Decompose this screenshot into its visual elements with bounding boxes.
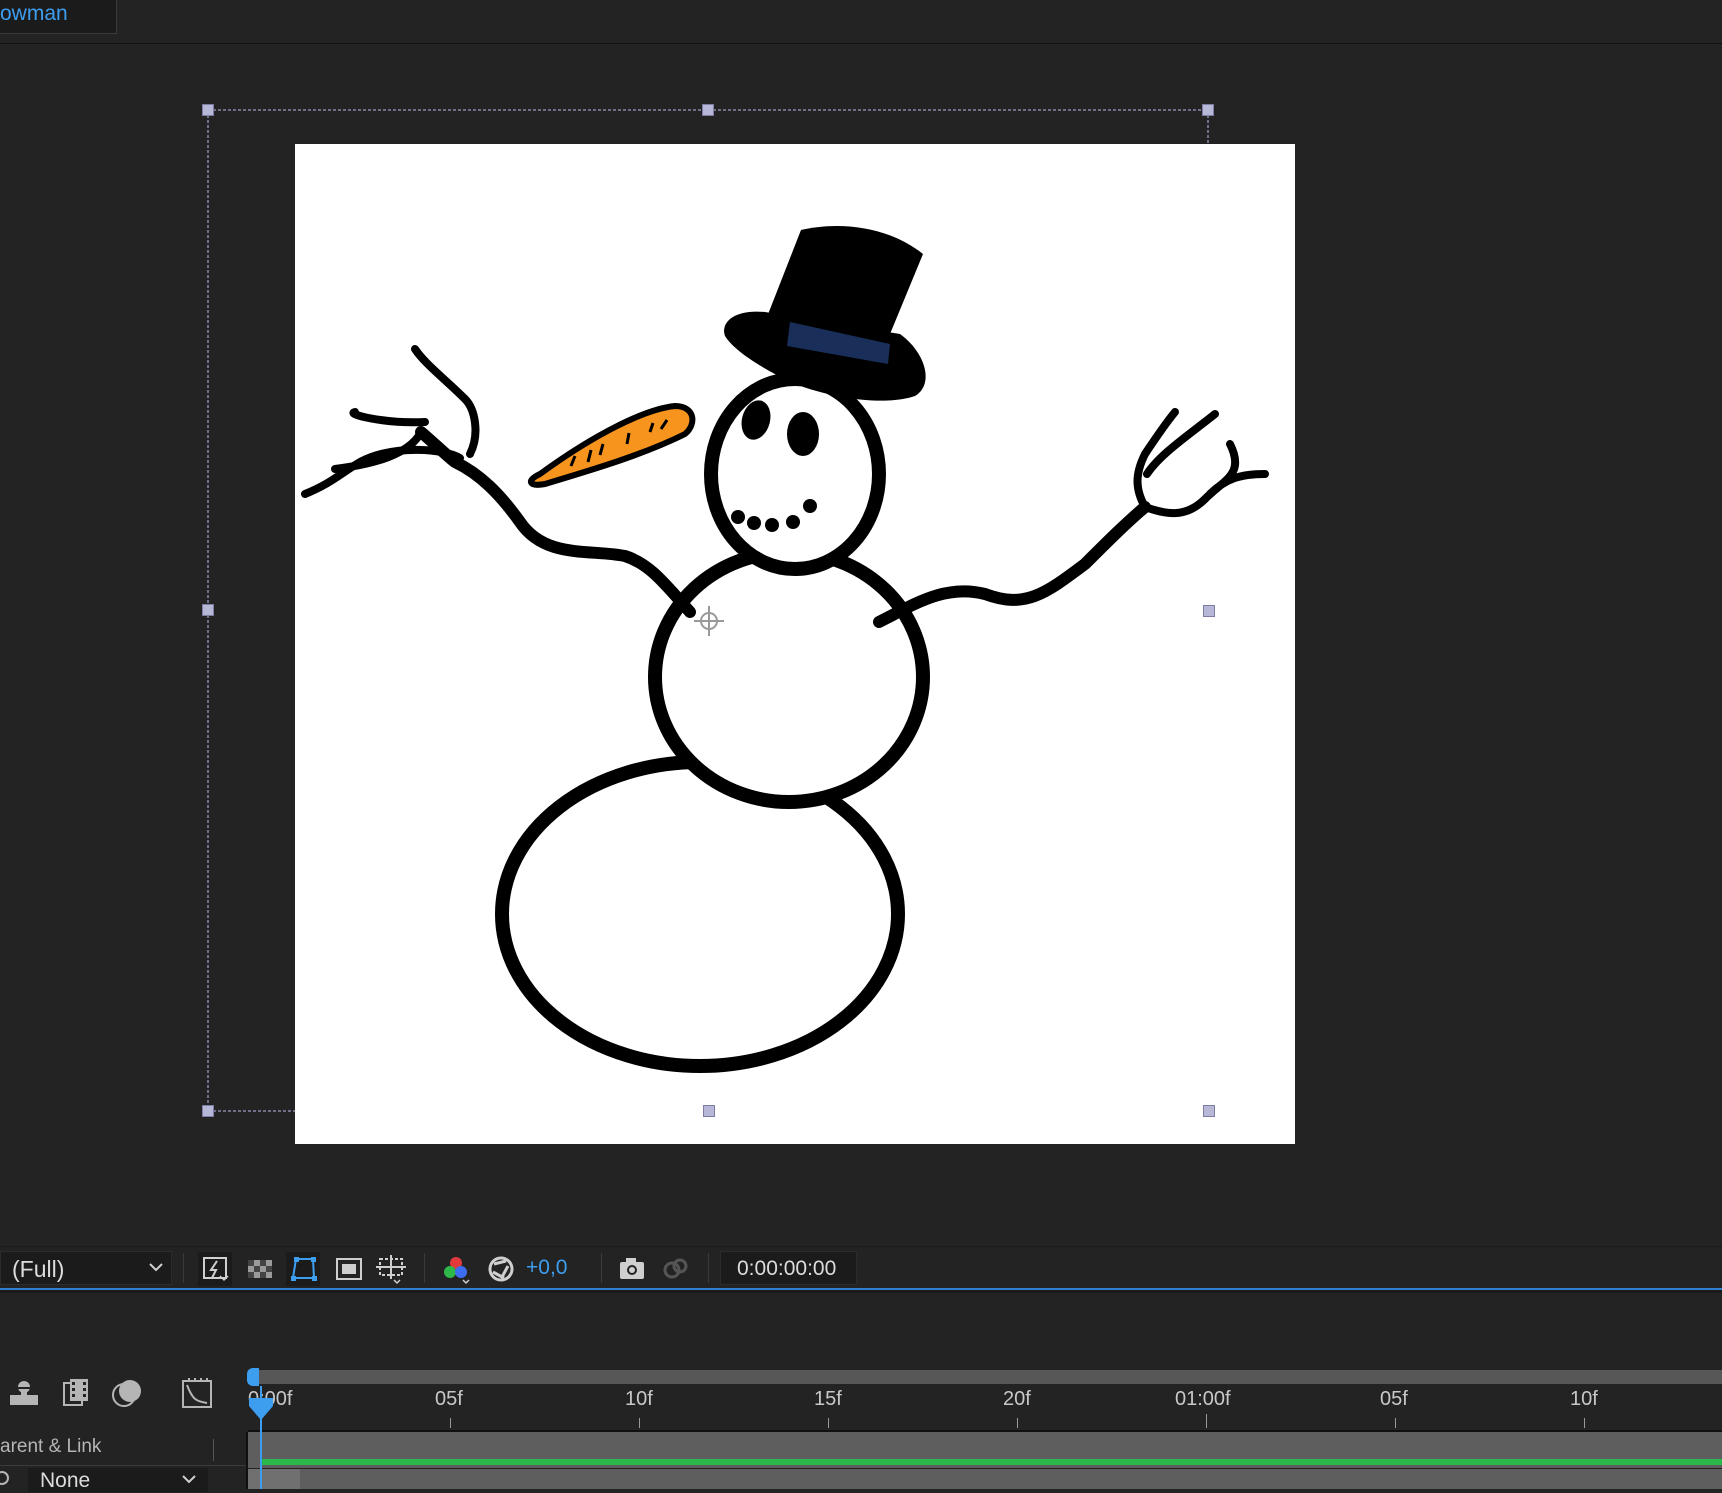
toolbar-separator [183, 1253, 184, 1283]
resolution-value: (Full) [12, 1256, 65, 1282]
ruler-label: 10f [625, 1388, 653, 1410]
transform-handle-top-right[interactable] [1202, 104, 1214, 116]
fast-previews-icon[interactable] [198, 1252, 232, 1286]
transform-handle-top-left[interactable] [202, 104, 214, 116]
ruler-tick [1584, 1418, 1585, 1428]
parent-value: None [40, 1469, 91, 1492]
ruler-label: 15f [814, 1388, 842, 1410]
work-area-bar[interactable] [248, 1370, 1722, 1384]
composition-tab-label: owman [0, 2, 68, 25]
ruler-label: 10f [1570, 1388, 1598, 1410]
color-channel-icon[interactable] [439, 1252, 473, 1286]
toolbar-separator [601, 1253, 602, 1283]
timeline-panel: 0:00f 05f 10f 15f 20f 01:00f 05f 10f are… [0, 1290, 1722, 1492]
guides-grid-icon[interactable] [374, 1252, 408, 1286]
toolbar-separator [708, 1253, 709, 1283]
ruler-tick [639, 1418, 640, 1428]
ruler-label: 20f [1003, 1388, 1031, 1410]
show-snapshot-icon[interactable] [659, 1252, 693, 1286]
frame-blending-icon[interactable] [58, 1375, 94, 1411]
transparency-grid-icon[interactable] [243, 1252, 277, 1286]
graph-editor-icon[interactable] [179, 1375, 215, 1411]
ruler-tick [1395, 1418, 1396, 1428]
ruler-label: 05f [435, 1388, 463, 1410]
time-ruler[interactable]: 0:00f 05f 10f 15f 20f 01:00f 05f 10f [248, 1386, 1722, 1430]
layer-bar-segment [248, 1469, 300, 1489]
work-area-start-handle[interactable] [247, 1368, 259, 1386]
link-pickwhip-icon[interactable] [0, 1471, 14, 1485]
transform-handle-bottom-right[interactable] [1203, 1105, 1215, 1117]
current-time-value: 0:00:00:00 [737, 1257, 837, 1280]
composition-tab-bar: owman [0, 0, 1722, 44]
transform-handle-middle-right[interactable] [1203, 605, 1215, 617]
transform-handle-top-center[interactable] [702, 104, 714, 116]
ruler-label: 05f [1380, 1388, 1408, 1410]
ruler-tick [1017, 1418, 1018, 1428]
column-divider[interactable] [213, 1439, 214, 1461]
viewer-toolbar: (Full) +0,0 0:00:00:00 [0, 1246, 1722, 1291]
region-of-interest-icon[interactable] [332, 1252, 366, 1286]
ruler-tick [450, 1418, 451, 1428]
motion-blur-icon[interactable] [110, 1375, 146, 1411]
current-time-indicator-icon[interactable] [248, 1396, 274, 1422]
ruler-tick [1206, 1414, 1207, 1428]
current-time-display[interactable]: 0:00:00:00 [720, 1251, 857, 1285]
layer-duration-bar[interactable] [248, 1469, 1722, 1489]
composition-canvas[interactable] [295, 144, 1295, 1144]
parent-link-column-header: arent & Link [0, 1436, 102, 1457]
snapshot-camera-icon[interactable] [615, 1252, 649, 1286]
transform-handle-bottom-center[interactable] [703, 1105, 715, 1117]
parent-dropdown[interactable]: None [28, 1468, 208, 1492]
exposure-reset-icon[interactable] [484, 1252, 518, 1286]
toolbar-separator [424, 1253, 425, 1283]
transform-handle-middle-left[interactable] [202, 604, 214, 616]
ruler-tick [828, 1418, 829, 1428]
panel-splitter[interactable] [246, 1432, 248, 1489]
transform-handle-bottom-left[interactable] [202, 1105, 214, 1117]
exposure-value[interactable]: +0,0 [526, 1256, 567, 1280]
mask-path-visibility-icon[interactable] [286, 1252, 320, 1286]
resolution-dropdown[interactable]: (Full) [0, 1251, 172, 1285]
ruler-label: 01:00f [1175, 1388, 1231, 1410]
shy-layers-icon[interactable] [6, 1375, 42, 1411]
snowman-artwork [301, 225, 1269, 1073]
chevron-down-icon [149, 1263, 163, 1272]
chevron-down-icon [182, 1475, 196, 1484]
composition-viewer[interactable] [0, 44, 1722, 1244]
layer-label-color-bar [262, 1459, 1722, 1465]
composition-tab[interactable]: owman [0, 0, 117, 34]
